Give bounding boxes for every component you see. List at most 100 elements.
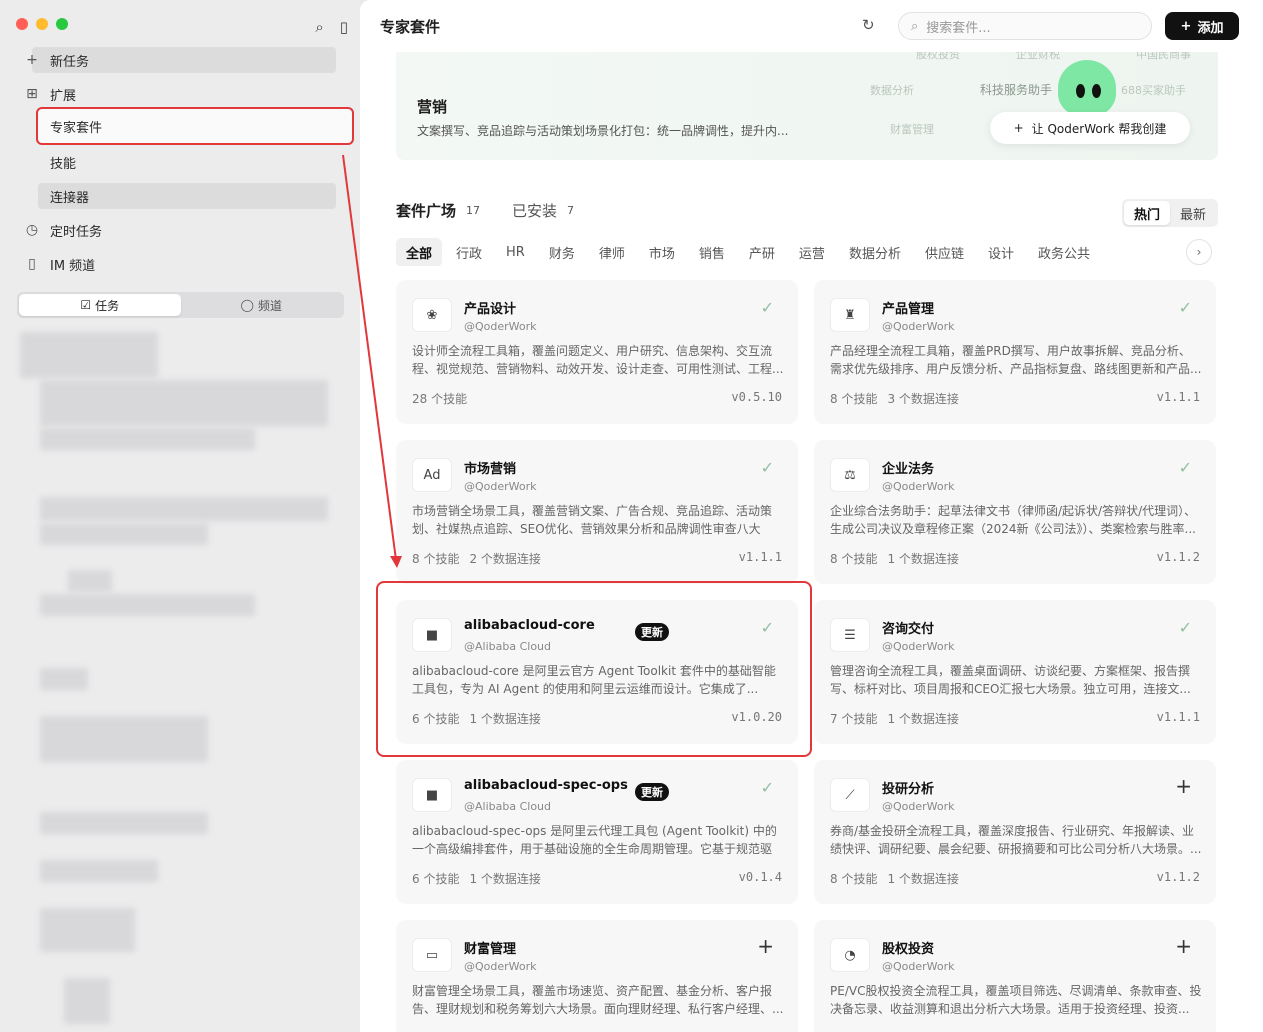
ghost-tag: 财富管理 — [890, 123, 934, 136]
main-panel: 专家套件 ↻ ⌕ 搜索套件... + 添加 股权投资 企业财税 中国民商事 数据分… — [360, 0, 1263, 1032]
category-tab[interactable]: 政务公共 — [1028, 238, 1100, 266]
skill-count: 8 个技能 — [412, 552, 460, 566]
add-button[interactable]: + 添加 — [1165, 12, 1239, 40]
installed-check-icon[interactable]: ✓ — [761, 458, 774, 477]
sidebar-item-skills[interactable]: 技能 — [38, 149, 336, 175]
section-header: 套件广场 17 已安装 7 — [396, 200, 596, 221]
sort-switch: 热门 最新 — [1122, 199, 1218, 227]
mascot-icon — [1058, 60, 1116, 116]
maximize-window-button[interactable] — [56, 18, 68, 30]
create-with-qoderwork-button[interactable]: + 让 QoderWork 帮我创建 — [990, 112, 1190, 144]
suite-name: 企业法务 — [882, 462, 935, 477]
installed-check-icon[interactable]: ✓ — [1179, 458, 1192, 477]
suite-description: 市场营销全场景工具，覆盖营销文案、广告合规、竞品追踪、活动策划、社媒热点追踪、S… — [412, 504, 773, 536]
category-tab[interactable]: 财务 — [539, 238, 585, 266]
installed-count: 7 — [567, 204, 575, 217]
connector-count: 1 个数据连接 — [469, 872, 541, 886]
sidebar-item-connectors[interactable]: 连接器 — [38, 183, 336, 209]
suite-icon: ☰ — [830, 618, 870, 652]
suite-icon: ▭ — [412, 938, 452, 972]
suite-card[interactable]: ◔ 股权投资 @QoderWork + PE/VC股权投资全流程工具，覆盖项目筛选、尽调… — [814, 920, 1216, 1032]
category-tab[interactable]: 全部 — [396, 238, 443, 266]
tab-tasks[interactable]: ☑ 任务 — [19, 294, 181, 316]
ghost-tag: 数据分析 — [870, 84, 914, 97]
suite-name: 产品设计 — [464, 302, 517, 317]
tab-marketplace[interactable]: 套件广场 — [396, 200, 456, 221]
timer-icon: ◷ — [25, 222, 39, 238]
sort-hot-button[interactable]: 热门 — [1124, 201, 1170, 225]
suite-version: v0.1.4 — [738, 870, 782, 884]
sidebar-toggle-icon[interactable]: ▯ — [340, 18, 348, 36]
suite-description: alibabacloud-spec-ops 是阿里云代理工具包 (Agent T… — [412, 824, 777, 856]
annotation-highlight-box — [376, 581, 812, 757]
suite-name: alibabacloud-spec-ops — [464, 778, 628, 793]
connector-count: 1 个数据连接 — [887, 712, 959, 726]
suite-card[interactable]: ❀ 产品设计 @QoderWork ✓ 设计师全流程工具箱，覆盖问题定义、用户研究、信息… — [396, 280, 798, 424]
plus-icon: + — [1013, 121, 1024, 135]
installed-check-icon[interactable]: ✓ — [1179, 618, 1192, 637]
search-icon[interactable]: ⌕ — [315, 18, 323, 36]
category-tab[interactable]: 律师 — [589, 238, 635, 266]
installed-check-icon[interactable]: ✓ — [761, 778, 774, 797]
sidebar-item-im-channel[interactable]: ▯ IM 频道 — [24, 251, 336, 277]
window-controls — [16, 18, 68, 30]
category-tab[interactable]: 运营 — [789, 238, 835, 266]
tab-channels[interactable]: ◯ 频道 — [181, 294, 343, 316]
page-title: 专家套件 — [380, 18, 441, 36]
search-input[interactable]: ⌕ 搜索套件... — [898, 12, 1152, 40]
refresh-icon[interactable]: ↻ — [862, 16, 875, 34]
category-tab[interactable]: 销售 — [689, 238, 735, 266]
install-plus-icon[interactable]: + — [1175, 774, 1192, 798]
suite-description: 财富管理全场景工具，覆盖市场速览、资产配置、基金分析、客户报告、理财规划和税务筹… — [412, 984, 784, 1016]
suite-version: v1.1.1 — [1156, 710, 1200, 724]
category-tab[interactable]: 设计 — [978, 238, 1024, 266]
minimize-window-button[interactable] — [36, 18, 48, 30]
suite-name: 咨询交付 — [882, 622, 935, 637]
ghost-tag: 股权投资 — [916, 52, 960, 61]
installed-check-icon[interactable]: ✓ — [761, 298, 774, 317]
suite-publisher: @QoderWork — [882, 960, 955, 973]
sidebar-item-expert-suites[interactable]: 专家套件 — [36, 107, 354, 145]
featured-banner[interactable]: 股权投资 企业财税 中国民商事 数据分析 科技服务助手 688买家助手 财富管理… — [396, 52, 1218, 160]
category-tab[interactable]: 供应链 — [915, 238, 974, 266]
extension-icon: ⊞ — [26, 86, 38, 102]
sidebar-item-extensions[interactable]: ⊞ 扩展 — [24, 81, 336, 107]
installed-check-icon[interactable]: ✓ — [1179, 298, 1192, 317]
suite-description: 设计师全流程工具箱，覆盖问题定义、用户研究、信息架构、交互流程、视觉规范、营销物… — [412, 344, 784, 376]
category-tab[interactable]: 行政 — [446, 238, 492, 266]
sort-new-button[interactable]: 最新 — [1170, 201, 1216, 225]
suite-icon: ◔ — [830, 938, 870, 972]
chevron-right-icon[interactable]: › — [1186, 239, 1212, 265]
category-tab[interactable]: 市场 — [639, 238, 685, 266]
suite-version: v1.1.2 — [1156, 550, 1200, 564]
suite-card[interactable]: ♜ 产品管理 @QoderWork ✓ 产品经理全流程工具箱，覆盖PRD撰写、用户故事拆… — [814, 280, 1216, 424]
suite-card[interactable]: ▭ 财富管理 @QoderWork + 财富管理全场景工具，覆盖市场速览、资产配置、基金… — [396, 920, 798, 1032]
plus-icon: + — [26, 52, 38, 68]
suite-description: 企业综合法务助手：起草法律文书（律师函/起诉状/答辩状/代理词）、生成公司决议及… — [830, 504, 1197, 536]
suite-card[interactable]: ☰ 咨询交付 @QoderWork ✓ 管理咨询全流程工具，覆盖桌面调研、访谈纪要、方案… — [814, 600, 1216, 744]
suite-card[interactable]: ⚖ 企业法务 @QoderWork ✓ 企业综合法务助手：起草法律文书（律师函/起诉状/… — [814, 440, 1216, 584]
sidebar-item-scheduled[interactable]: ◷ 定时任务 — [24, 217, 336, 243]
suite-meta: 8 个技能 1 个数据连接 — [830, 550, 969, 567]
sidebar-item-new-task[interactable]: + 新任务 — [24, 47, 336, 73]
suite-card[interactable]: ⟋ 投研分析 @QoderWork + 券商/基金投研全流程工具，覆盖深度报告、行业研究… — [814, 760, 1216, 904]
suite-meta: 6 个技能 1 个数据连接 — [412, 870, 551, 887]
suite-icon: ♜ — [830, 298, 870, 332]
close-window-button[interactable] — [16, 18, 28, 30]
category-tab[interactable]: HR — [496, 240, 535, 265]
banner-description: 文案撰写、竞品追踪与活动策划场景化打包：统一品牌调性，提升内... — [417, 124, 789, 138]
suite-name: 股权投资 — [882, 942, 935, 957]
install-plus-icon[interactable]: + — [1175, 934, 1192, 958]
plus-icon: + — [1180, 18, 1192, 34]
marketplace-count: 17 — [466, 204, 481, 217]
suite-card[interactable]: ■ alibabacloud-spec-ops @Alibaba Cloud 更新 ✓ a… — [396, 760, 798, 904]
category-tab[interactable]: 产研 — [739, 238, 785, 266]
suite-card[interactable]: Ad 市场营销 @QoderWork ✓ 市场营销全场景工具，覆盖营销文案、广告合规、竞… — [396, 440, 798, 584]
suite-version: v1.1.2 — [1156, 870, 1200, 884]
suite-icon: ■ — [412, 778, 452, 812]
skill-count: 8 个技能 — [830, 872, 878, 886]
category-tab[interactable]: 数据分析 — [839, 238, 911, 266]
tab-installed[interactable]: 已安装 — [512, 200, 557, 221]
install-plus-icon[interactable]: + — [757, 934, 774, 958]
suite-publisher: @QoderWork — [882, 320, 955, 333]
